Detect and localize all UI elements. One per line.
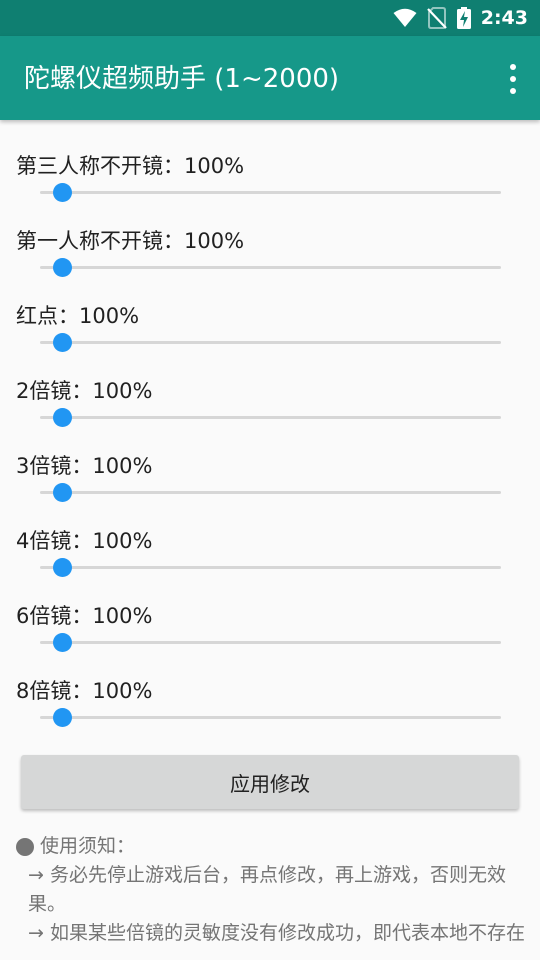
slider-thumb[interactable] xyxy=(53,258,72,277)
overflow-menu-icon-dot xyxy=(510,76,516,82)
slider-3x-scope: 3倍镜：100% xyxy=(0,450,540,525)
slider-label: 4倍镜：100% xyxy=(16,529,153,553)
status-bar: 2:43 xyxy=(0,0,540,36)
slider-8x-scope: 8倍镜：100% xyxy=(0,675,540,750)
notice-title: 使用须知： xyxy=(40,835,136,857)
bottom-edge xyxy=(0,944,540,960)
slider-2x-scope: 2倍镜：100% xyxy=(0,375,540,450)
bullet-icon xyxy=(16,837,34,856)
status-time: 2:43 xyxy=(480,7,528,29)
slider-thumb[interactable] xyxy=(53,183,72,202)
slider-track[interactable] xyxy=(40,341,501,344)
notice-item: → 务必先停止游戏后台，再点修改，再上游戏，否则无效果。 xyxy=(28,864,506,915)
apply-changes-button[interactable]: 应用修改 xyxy=(21,755,519,809)
overflow-menu-icon-dot xyxy=(510,88,516,94)
slider-track[interactable] xyxy=(40,416,501,419)
slider-third-person-no-scope: 第三人称不开镜：100% xyxy=(0,150,540,225)
slider-track[interactable] xyxy=(40,266,501,269)
slider-thumb[interactable] xyxy=(53,708,72,727)
slider-track[interactable] xyxy=(40,191,501,194)
slider-red-dot: 红点：100% xyxy=(0,300,540,375)
slider-label: 第三人称不开镜：100% xyxy=(16,154,245,178)
overflow-menu-button[interactable] xyxy=(506,64,520,94)
usage-notice: 使用须知： → 务必先停止游戏后台，再点修改，再上游戏，否则无效果。 → 如果某… xyxy=(16,832,528,950)
slider-label: 红点：100% xyxy=(16,304,140,328)
slider-6x-scope: 6倍镜：100% xyxy=(0,600,540,675)
slider-4x-scope: 4倍镜：100% xyxy=(0,525,540,600)
slider-track[interactable] xyxy=(40,491,501,494)
status-icons: 2:43 xyxy=(393,6,528,30)
slider-label: 3倍镜：100% xyxy=(16,454,153,478)
wifi-icon xyxy=(393,8,417,27)
slider-thumb[interactable] xyxy=(53,633,72,652)
slider-track[interactable] xyxy=(40,566,501,569)
slider-label: 8倍镜：100% xyxy=(16,679,153,703)
app-title: 陀螺仪超频助手 (1~2000) xyxy=(24,64,340,94)
app-bar: 陀螺仪超频助手 (1~2000) xyxy=(0,36,540,120)
no-sim-icon xyxy=(426,7,447,29)
slider-thumb[interactable] xyxy=(53,408,72,427)
slider-thumb[interactable] xyxy=(53,558,72,577)
battery-charging-icon xyxy=(456,7,471,29)
slider-label: 第一人称不开镜：100% xyxy=(16,229,245,253)
slider-thumb[interactable] xyxy=(53,333,72,352)
slider-first-person-no-scope: 第一人称不开镜：100% xyxy=(0,225,540,300)
slider-label: 6倍镜：100% xyxy=(16,604,153,628)
slider-track[interactable] xyxy=(40,641,501,644)
slider-label: 2倍镜：100% xyxy=(16,379,153,403)
overflow-menu-icon xyxy=(510,64,516,70)
notice-title-line: 使用须知： xyxy=(16,832,528,861)
slider-thumb[interactable] xyxy=(53,483,72,502)
slider-track[interactable] xyxy=(40,716,501,719)
